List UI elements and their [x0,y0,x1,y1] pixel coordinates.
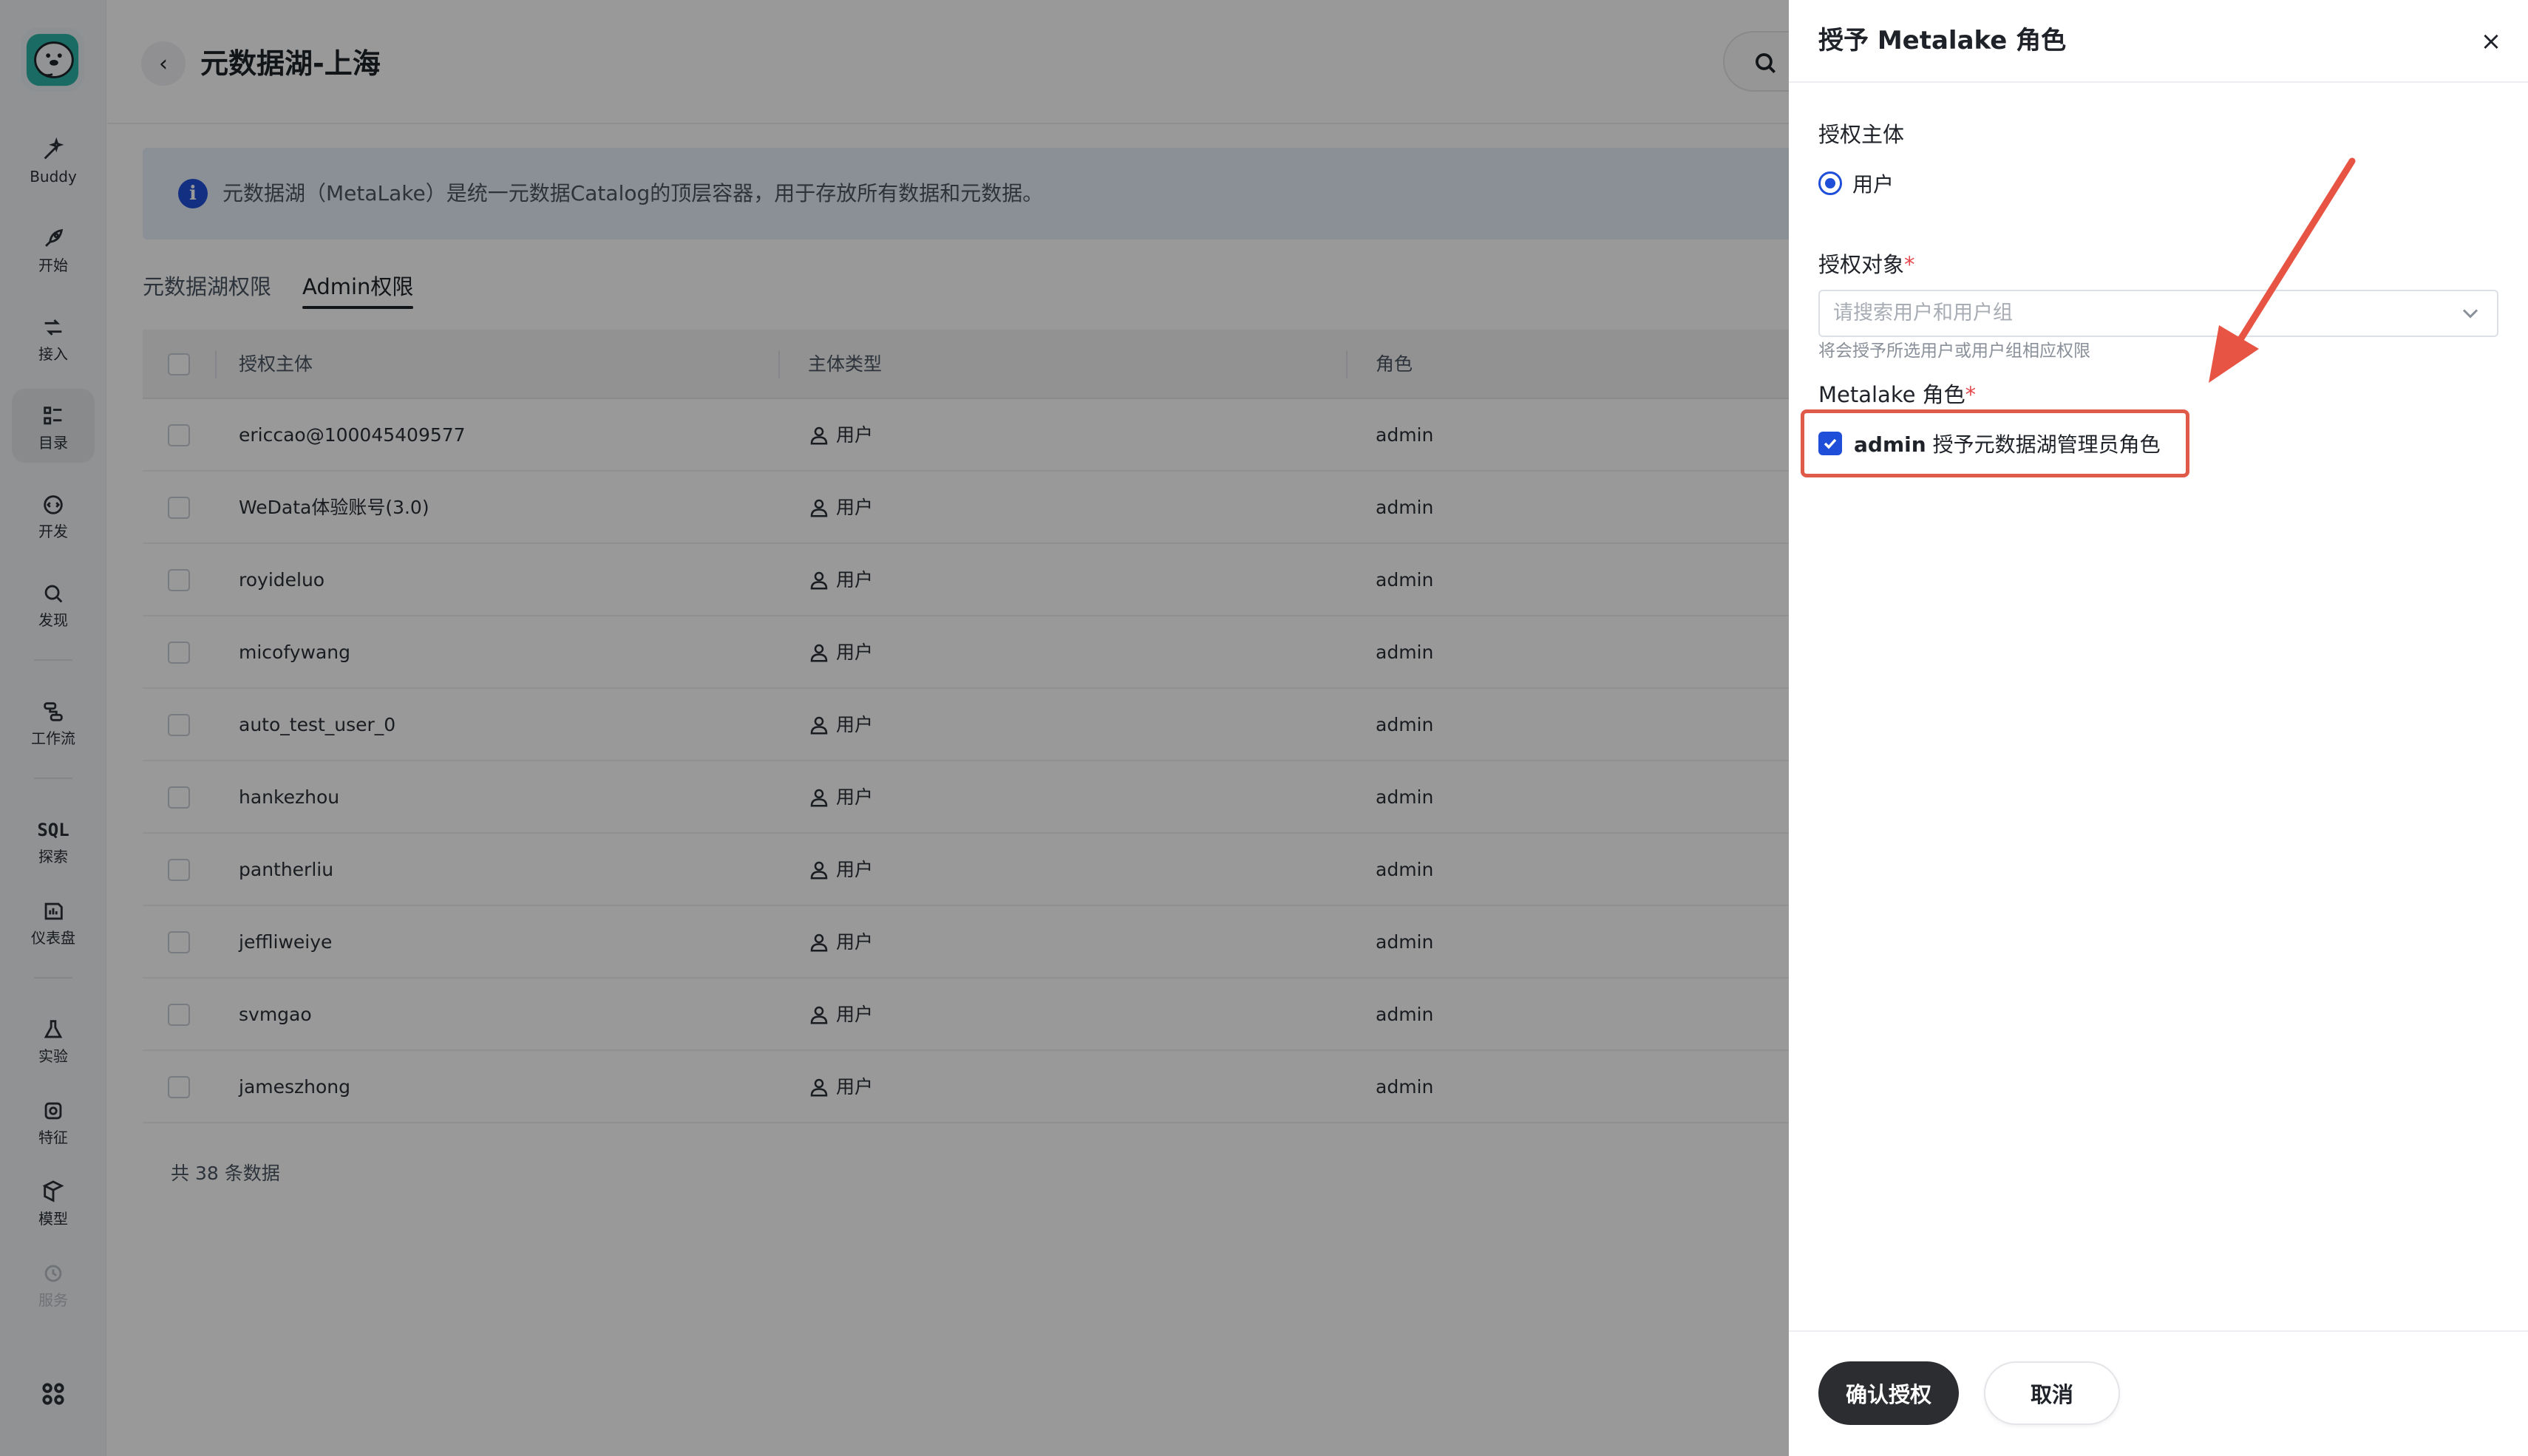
drawer-title: 授予 Metalake 角色 [1818,26,2067,55]
modal-overlay[interactable] [0,0,1789,1456]
role-label: Metalake 角色* [1818,380,1976,409]
drawer-footer: 确认授权 取消 [1789,1330,2528,1456]
annotation-arrow-icon [2209,157,2356,383]
required-mark: * [1965,382,1977,407]
required-mark: * [1904,252,1915,277]
principal-radio-user[interactable]: 用户 [1818,169,1894,198]
chevron-down-icon [2462,309,2478,319]
target-label-text: 授权对象 [1818,252,1905,277]
radio-selected-icon [1818,171,1842,195]
confirm-button[interactable]: 确认授权 [1818,1361,1959,1425]
cancel-button[interactable]: 取消 [1984,1361,2120,1425]
close-button[interactable]: × [2475,25,2507,58]
target-label: 授权对象* [1818,250,1915,279]
principal-label: 授权主体 [1818,122,1905,147]
target-select-placeholder: 请搜索用户和用户组 [1833,302,2013,324]
radio-label: 用户 [1852,172,1895,197]
highlight-box [1801,409,2189,477]
grant-role-drawer: 授予 Metalake 角色 × 授权主体 用户 授权对象* 请搜索用户和用户组… [1789,0,2528,1456]
target-hint: 将会授予所选用户或用户组相应权限 [1818,341,2090,361]
target-select[interactable]: 请搜索用户和用户组 [1818,290,2498,337]
close-icon: × [2480,27,2502,56]
role-label-text: Metalake 角色 [1818,382,1965,407]
drawer-header: 授予 Metalake 角色 × [1789,0,2528,83]
